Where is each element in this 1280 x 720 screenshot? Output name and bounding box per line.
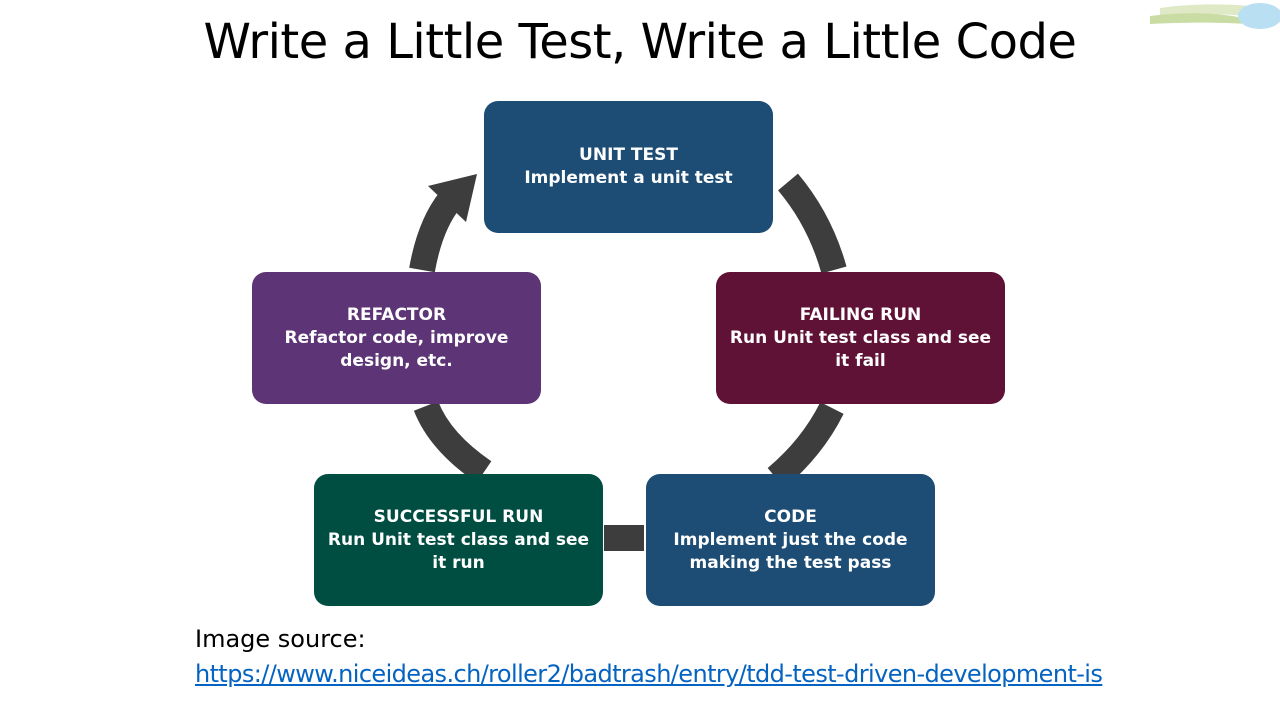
step-description: Implement a unit test (524, 168, 733, 188)
step-title: CODE (764, 506, 817, 527)
step-description: Implement just the code making the test … (673, 529, 908, 573)
arrow-success-to-refactor (413, 400, 492, 483)
arrow-refactor-to-unit (409, 191, 461, 273)
step-unit-test: UNIT TEST Implement a unit test (484, 101, 773, 233)
step-title: SUCCESSFUL RUN (373, 506, 544, 527)
step-title: REFACTOR (346, 304, 447, 325)
step-title: FAILING RUN (799, 304, 922, 325)
image-source-link[interactable]: https://www.niceideas.ch/roller2/badtras… (195, 660, 1103, 688)
step-description: Run Unit test class and see it fail (729, 327, 992, 371)
image-source-label: Image source: (195, 625, 366, 653)
step-code: CODE Implement just the code making the … (646, 474, 935, 606)
step-title: UNIT TEST (579, 145, 678, 165)
arrow-failing-to-code (767, 402, 844, 488)
step-successful-run: SUCCESSFUL RUN Run Unit test class and s… (314, 474, 603, 606)
arrow-unit-to-failing (777, 173, 847, 274)
step-description: Refactor code, improve design, etc. (284, 327, 509, 371)
step-refactor: REFACTOR Refactor code, improve design, … (252, 272, 541, 404)
step-description: Run Unit test class and see it run (327, 529, 590, 573)
step-failing-run: FAILING RUN Run Unit test class and see … (716, 272, 1005, 404)
